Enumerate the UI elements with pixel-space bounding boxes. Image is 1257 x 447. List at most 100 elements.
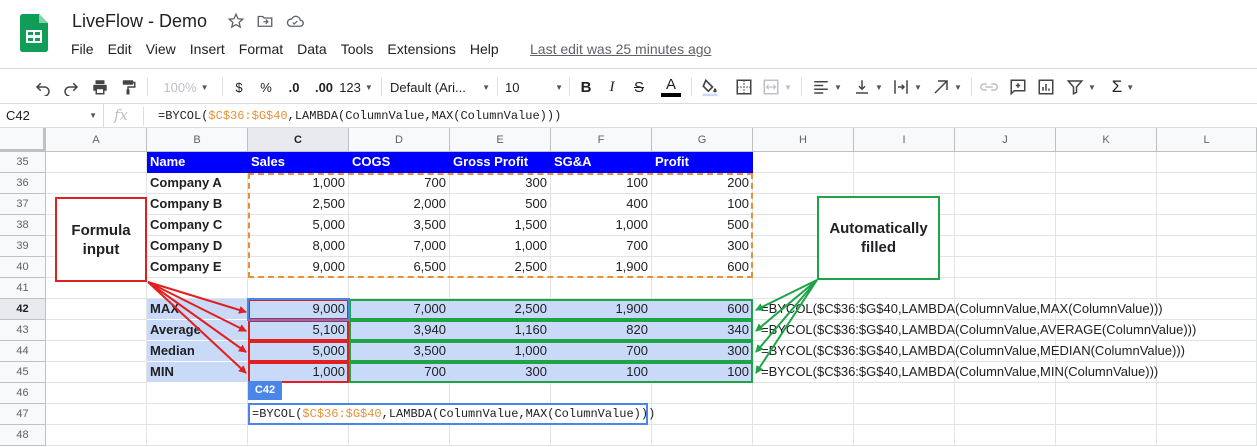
sheets-logo-icon[interactable] [20,14,48,52]
summary-value-cell[interactable]: 340 [652,320,753,341]
menu-tools[interactable]: Tools [334,39,381,59]
grid-cell[interactable] [1056,383,1157,404]
value-cell[interactable]: 100 [652,194,753,215]
grid-cell[interactable] [1056,236,1157,257]
value-cell[interactable]: 700 [551,236,652,257]
grid-cell[interactable] [1056,215,1157,236]
grid-cell[interactable] [1157,236,1257,257]
company-name-cell[interactable]: Company D [147,236,248,257]
grid-cell[interactable] [955,257,1056,278]
grid-cell[interactable] [1157,425,1257,446]
fill-color-icon[interactable] [699,74,721,100]
formula-input[interactable]: =BYCOL($C$36:$G$40,LAMBDA(ColumnValue,MA… [158,104,561,128]
column-header-k[interactable]: K [1056,128,1157,152]
grid-cell[interactable] [46,299,147,320]
column-header-f[interactable]: F [551,128,652,152]
grid-cell[interactable] [46,320,147,341]
text-rotation-icon[interactable]: ▼ [929,74,965,100]
row-header-47[interactable]: 47 [0,404,46,425]
company-name-cell[interactable]: Company C [147,215,248,236]
more-formats-button[interactable]: 123 ▼ [339,74,373,100]
grid-cell[interactable] [147,278,248,299]
grid-cell[interactable] [1056,425,1157,446]
company-name-cell[interactable]: Company B [147,194,248,215]
grid-cell[interactable] [46,362,147,383]
grid-cell[interactable] [1056,194,1157,215]
grid-cell[interactable] [854,425,955,446]
grid-cell[interactable] [1056,278,1157,299]
summary-value-cell[interactable]: 5,000 [248,341,349,362]
grid-cell[interactable] [147,404,248,425]
value-cell[interactable]: 200 [652,173,753,194]
menu-help[interactable]: Help [463,39,506,59]
decrease-decimal-button[interactable]: .0 [283,74,305,100]
grid-cell[interactable] [854,278,955,299]
grid-cell[interactable] [1157,404,1257,425]
value-cell[interactable]: 500 [652,215,753,236]
value-cell[interactable]: 700 [349,173,450,194]
grid-cell[interactable] [1157,215,1257,236]
grid-cell[interactable] [1056,404,1157,425]
summary-value-cell[interactable]: 100 [652,362,753,383]
value-cell[interactable]: 6,500 [349,257,450,278]
grid-cell[interactable] [46,425,147,446]
grid-cell[interactable] [955,278,1056,299]
grid-cell[interactable] [46,173,147,194]
grid-cell[interactable] [349,278,450,299]
borders-icon[interactable] [733,74,755,100]
row-header-48[interactable]: 48 [0,425,46,446]
row-header-46[interactable]: 46 [0,383,46,404]
grid-cell[interactable] [854,173,955,194]
summary-value-cell[interactable]: 2,500 [450,299,551,320]
value-cell[interactable]: 1,500 [450,215,551,236]
company-name-cell[interactable]: Company E [147,257,248,278]
grid-cell[interactable] [46,404,147,425]
grid-cell[interactable] [652,425,753,446]
summary-value-cell[interactable]: 1,000 [450,341,551,362]
column-header-j[interactable]: J [955,128,1056,152]
value-cell[interactable]: 300 [450,173,551,194]
summary-value-cell[interactable]: 1,000 [248,362,349,383]
row-header-45[interactable]: 45 [0,362,46,383]
summary-value-cell[interactable]: 600 [652,299,753,320]
grid-cell[interactable] [450,278,551,299]
grid-cell[interactable] [955,215,1056,236]
insert-comment-icon[interactable] [1007,74,1029,100]
column-header-g[interactable]: G [652,128,753,152]
summary-value-cell[interactable]: 100 [551,362,652,383]
grid-cell[interactable] [1157,194,1257,215]
summary-value-cell[interactable]: 5,100 [248,320,349,341]
italic-button[interactable]: I [603,74,621,100]
row-header-39[interactable]: 39 [0,236,46,257]
value-cell[interactable]: 5,000 [248,215,349,236]
row-header-38[interactable]: 38 [0,215,46,236]
value-cell[interactable]: 1,000 [450,236,551,257]
spreadsheet-grid[interactable]: A B C D E F G H I J K L 35 36 37 38 39 40 41 42 43 44 45 46 47 48… [0,128,1257,447]
value-cell[interactable]: 1,000 [248,173,349,194]
grid-cell[interactable] [46,152,147,173]
font-size-select[interactable]: 10 ▼ [505,74,563,100]
value-cell[interactable]: 2,500 [248,194,349,215]
value-cell[interactable]: 2,500 [450,257,551,278]
zoom-select[interactable]: 100% ▼ [156,74,216,100]
grid-cell[interactable] [1157,257,1257,278]
column-header-e[interactable]: E [450,128,551,152]
grid-cell[interactable] [955,383,1056,404]
text-color-button[interactable]: A [660,74,682,100]
column-header-l[interactable]: L [1157,128,1257,152]
font-family-select[interactable]: Default (Ari... ▼ [390,74,490,100]
row-header-42[interactable]: 42 [0,299,46,320]
grid-cell[interactable] [551,425,652,446]
menu-data[interactable]: Data [290,39,334,59]
column-header-h[interactable]: H [753,128,854,152]
value-cell[interactable]: 100 [551,173,652,194]
move-folder-icon[interactable] [256,12,274,30]
summary-value-cell[interactable]: 700 [551,341,652,362]
value-cell[interactable]: 500 [450,194,551,215]
grid-cell[interactable] [1157,173,1257,194]
value-cell[interactable]: 3,500 [349,215,450,236]
document-title[interactable]: LiveFlow - Demo [72,11,207,32]
grid-cell[interactable] [1157,278,1257,299]
column-header-c[interactable]: C [248,128,349,152]
grid-cell[interactable] [753,278,854,299]
